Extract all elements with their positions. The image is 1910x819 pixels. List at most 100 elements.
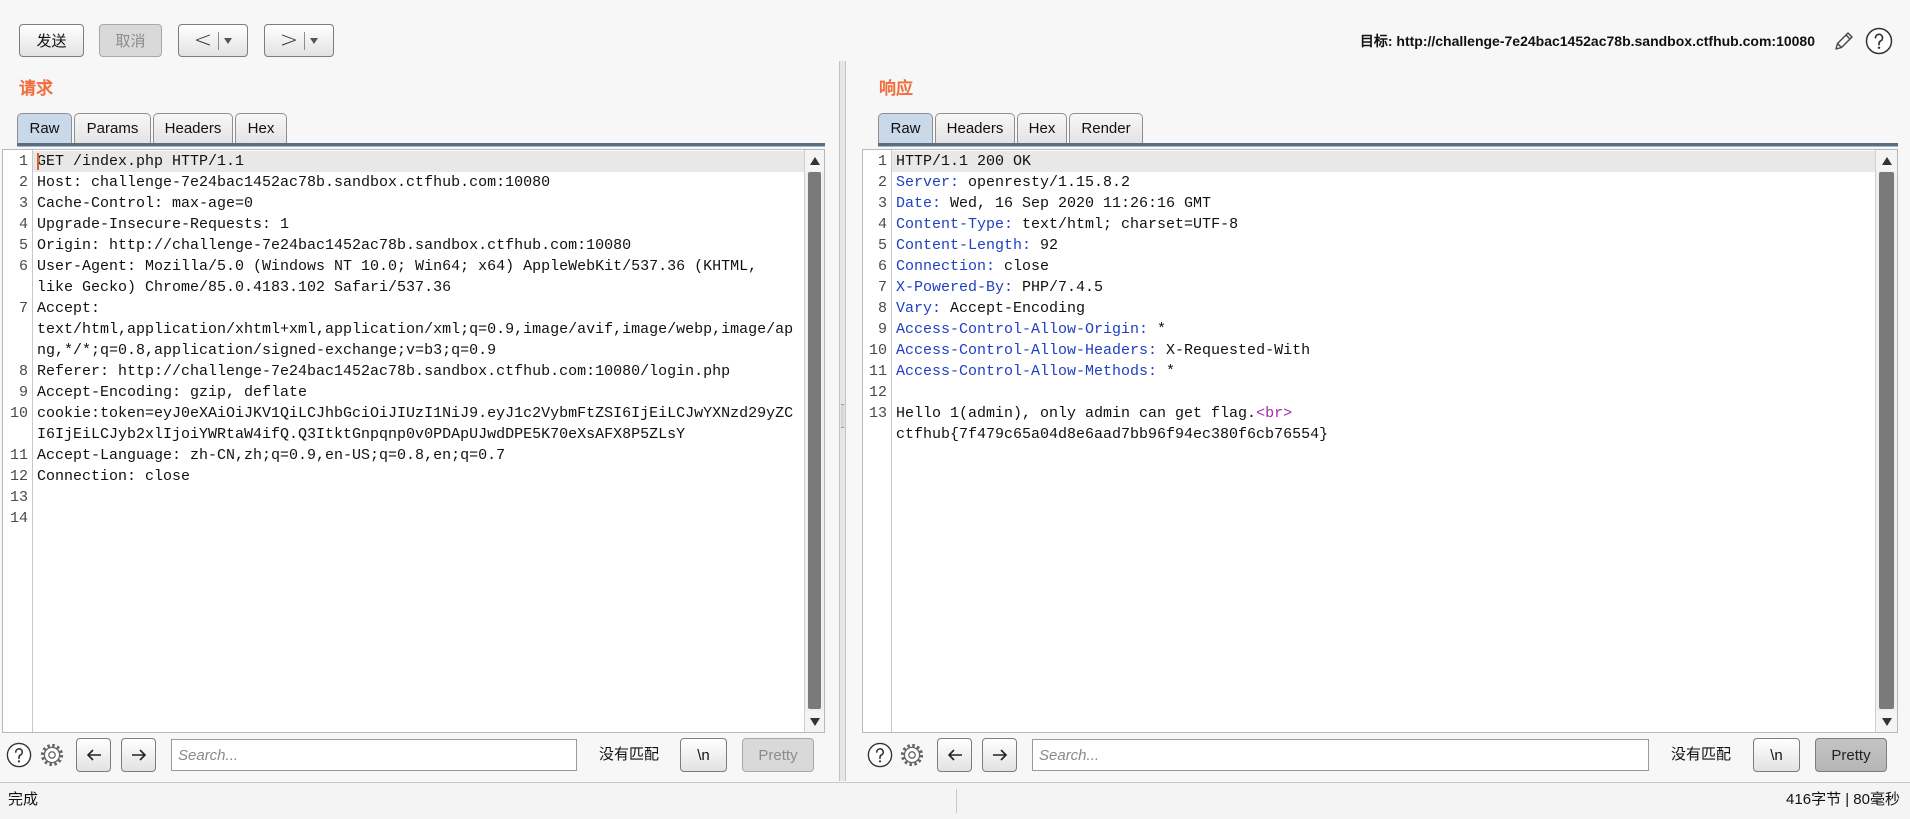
help-icon[interactable]	[6, 742, 32, 768]
editor-line[interactable]: 8 Referer: http://challenge-7e24bac1452ac…	[3, 361, 804, 382]
cancel-button[interactable]: 取消	[99, 24, 162, 57]
text-token[interactable]: Referer: http://challenge-7e24bac1452ac7…	[37, 363, 730, 380]
response-text-area[interactable]: 1 HTTP/1.1 200 OK 2 Server: openresty/1.15.…	[863, 151, 1875, 445]
help-icon[interactable]	[1865, 27, 1893, 55]
text-token: Hello 1(admin), only admin can get flag.	[896, 405, 1257, 422]
text-token[interactable]: Host: challenge-7e24bac1452ac78b.sandbox…	[37, 174, 550, 191]
line-text[interactable]: Referer: http://challenge-7e24bac1452ac7…	[33, 361, 798, 382]
editor-line[interactable]: 3 Cache-Control: max-age=0	[3, 193, 804, 214]
response-editor[interactable]: 1 HTTP/1.1 200 OK 2 Server: openresty/1.15.…	[862, 149, 1898, 733]
line-text[interactable]: Upgrade-Insecure-Requests: 1	[33, 214, 798, 235]
line-text[interactable]: Origin: http://challenge-7e24bac1452ac78…	[33, 235, 798, 256]
pencil-icon[interactable]	[1832, 29, 1856, 53]
next-match-button[interactable]	[121, 738, 156, 772]
previous-match-button[interactable]	[76, 738, 111, 772]
send-button[interactable]: 发送	[19, 24, 84, 57]
newline-toggle-button[interactable]: \n	[680, 738, 727, 772]
editor-line[interactable]: 2 Host: challenge-7e24bac1452ac78b.sandbo…	[3, 172, 804, 193]
scroll-down-button[interactable]	[805, 711, 824, 732]
tab-params[interactable]: Params	[74, 113, 151, 144]
request-editor[interactable]: 1 GET /index.php HTTP/1.1 2 Host: challenge…	[2, 149, 825, 733]
forward-button[interactable]: >	[264, 24, 334, 57]
pretty-toggle-button[interactable]: Pretty	[1815, 738, 1887, 772]
gear-icon[interactable]	[899, 742, 925, 768]
editor-line[interactable]: 12 Connection: close	[3, 466, 804, 487]
previous-match-button[interactable]	[937, 738, 972, 772]
line-text[interactable]: GET /index.php HTTP/1.1	[33, 151, 798, 172]
line-text[interactable]: Accept-Language: zh-CN,zh;q=0.9,en-US;q=…	[33, 445, 798, 466]
tab-render[interactable]: Render	[1069, 113, 1143, 144]
newline-toggle-button[interactable]: \n	[1753, 738, 1800, 772]
line-text[interactable]: Cache-Control: max-age=0	[33, 193, 798, 214]
editor-line[interactable]: 7 Accept: text/html,application/xhtml+xml…	[3, 298, 804, 361]
editor-line: 4 Content-Type: text/html; charset=UTF-8	[863, 214, 1875, 235]
text-token[interactable]: Accept-Encoding: gzip, deflate	[37, 384, 307, 401]
chevron-down-icon[interactable]	[310, 37, 319, 44]
line-text[interactable]: Host: challenge-7e24bac1452ac78b.sandbox…	[33, 172, 798, 193]
line-number: 13	[9, 489, 28, 506]
back-button[interactable]: <	[178, 24, 248, 57]
scrollbar-thumb[interactable]	[1879, 172, 1894, 709]
line-text[interactable]: Connection: close	[33, 466, 798, 487]
chevron-down-icon[interactable]	[224, 37, 233, 44]
response-search-input[interactable]	[1032, 739, 1649, 771]
text-token[interactable]: Connection: close	[37, 468, 190, 485]
editor-line[interactable]: 9 Accept-Encoding: gzip, deflate	[3, 382, 804, 403]
text-token[interactable]: Upgrade-Insecure-Requests: 1	[37, 216, 289, 233]
editor-line[interactable]: 13	[3, 487, 804, 508]
tab-hex[interactable]: Hex	[235, 113, 287, 144]
request-text-area[interactable]: 1 GET /index.php HTTP/1.1 2 Host: challenge…	[3, 151, 804, 529]
button-separator	[218, 31, 220, 50]
tab-hex[interactable]: Hex	[1017, 113, 1067, 144]
tab-headers[interactable]: Headers	[153, 113, 233, 144]
request-panel-title: 请求	[19, 79, 53, 99]
text-token[interactable]: User-Agent: Mozilla/5.0 (Windows NT 10.0…	[37, 258, 766, 296]
editor-line[interactable]: 11 Accept-Language: zh-CN,zh;q=0.9,en-US;…	[3, 445, 804, 466]
line-number: 4	[18, 216, 28, 233]
text-token[interactable]: Origin: http://challenge-7e24bac1452ac78…	[37, 237, 631, 254]
editor-line[interactable]: 4 Upgrade-Insecure-Requests: 1	[3, 214, 804, 235]
line-number: 7	[877, 279, 887, 296]
gear-icon[interactable]	[39, 742, 65, 768]
scroll-down-button[interactable]	[1876, 711, 1897, 732]
tab-raw[interactable]: Raw	[17, 113, 72, 144]
text-token[interactable]: cookie:token=eyJ0eXAiOiJKV1QiLCJhbGciOiJ…	[37, 405, 793, 443]
editor-line[interactable]: 5 Origin: http://challenge-7e24bac1452ac7…	[3, 235, 804, 256]
text-token[interactable]: GET /index.php HTTP/1.1	[37, 153, 244, 170]
text-token: ctfhub{7f479c65a04d8e6aad7bb96f94ec380f6…	[896, 426, 1329, 443]
next-match-button[interactable]	[982, 738, 1017, 772]
line-text[interactable]	[33, 508, 798, 529]
pretty-toggle-button[interactable]: Pretty	[742, 738, 814, 772]
splitter-grip[interactable]	[841, 404, 844, 428]
line-number: 13	[868, 405, 887, 422]
text-token[interactable]: Accept-Language: zh-CN,zh;q=0.9,en-US;q=…	[37, 447, 505, 464]
scroll-up-button[interactable]	[1876, 150, 1897, 171]
line-number: 9	[18, 384, 28, 401]
line-text[interactable]: User-Agent: Mozilla/5.0 (Windows NT 10.0…	[33, 256, 798, 298]
line-text[interactable]: cookie:token=eyJ0eXAiOiJKV1QiLCJhbGciOiJ…	[33, 403, 798, 445]
panel-splitter[interactable]	[839, 61, 846, 781]
line-number: 1	[877, 153, 887, 170]
editor-line[interactable]: 1 GET /index.php HTTP/1.1	[3, 151, 804, 172]
editor-line[interactable]: 10 cookie:token=eyJ0eXAiOiJKV1QiLCJhbGciO…	[3, 403, 804, 445]
request-search-input[interactable]	[171, 739, 577, 771]
request-scrollbar[interactable]	[804, 150, 824, 732]
line-text[interactable]: Accept: text/html,application/xhtml+xml,…	[33, 298, 798, 361]
editor-line[interactable]: 6 User-Agent: Mozilla/5.0 (Windows NT 10.…	[3, 256, 804, 298]
text-token[interactable]: Cache-Control: max-age=0	[37, 195, 253, 212]
line-number: 2	[18, 174, 28, 191]
response-scrollbar[interactable]	[1875, 150, 1897, 732]
help-icon[interactable]	[867, 742, 893, 768]
text-token[interactable]: Accept: text/html,application/xhtml+xml,…	[37, 300, 793, 359]
line-text[interactable]	[33, 487, 798, 508]
editor-line[interactable]: 14	[3, 508, 804, 529]
syntax-token: Access-Control-Allow-Origin:	[896, 321, 1149, 338]
tab-headers[interactable]: Headers	[935, 113, 1015, 144]
back-button-label: <	[193, 27, 213, 53]
line-text[interactable]: Accept-Encoding: gzip, deflate	[33, 382, 798, 403]
line-number: 4	[877, 216, 887, 233]
tab-raw[interactable]: Raw	[878, 113, 933, 144]
text-token: *	[1157, 363, 1176, 380]
scrollbar-thumb[interactable]	[808, 172, 821, 709]
scroll-up-button[interactable]	[805, 150, 824, 171]
